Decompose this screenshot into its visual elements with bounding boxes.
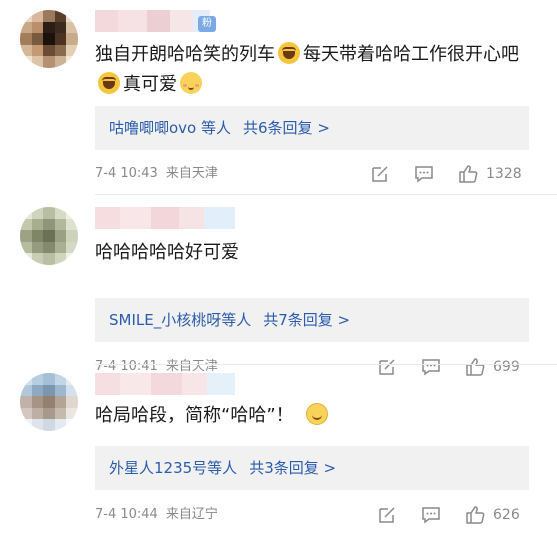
comment-icon[interactable]: [421, 505, 441, 525]
like-icon[interactable]: [465, 505, 485, 525]
username-blurred[interactable]: [95, 10, 210, 32]
comment-text-part: 每天带着哈哈工作很开心吧: [303, 44, 519, 65]
avatar[interactable]: [20, 373, 78, 431]
comment-meta: 7-4 10:44 来自辽宁: [95, 505, 218, 525]
replies-names[interactable]: 咕噜唧唧ovo 等人: [109, 119, 231, 137]
avatar[interactable]: [20, 10, 78, 68]
username-blurred[interactable]: [95, 207, 235, 229]
laughing-emoji-icon: [278, 42, 300, 64]
avatar[interactable]: [20, 207, 78, 265]
comment-text-part: 哈局哈段，简称“哈哈”！: [95, 405, 294, 426]
comment-text: 哈哈哈哈哈好可爱: [95, 242, 239, 263]
replies-preview[interactable]: 咕噜唧唧ovo 等人 共6条回复 >: [95, 106, 529, 150]
comment-source: 来自辽宁: [165, 507, 218, 522]
share-icon[interactable]: [377, 505, 397, 525]
username-blurred[interactable]: [95, 373, 235, 395]
replies-count-link[interactable]: 共6条回复 >: [243, 119, 330, 137]
comment-text-part: 独自开朗哈哈笑的列车: [95, 44, 275, 65]
comment-source: 来自天津: [165, 166, 218, 181]
comment-time: 7-4 10:44: [95, 507, 158, 522]
replies-count-link[interactable]: 共3条回复 >: [249, 459, 336, 477]
comment-time: 7-4 10:43: [95, 166, 158, 181]
comment-meta: 7-4 10:43 来自天津: [95, 164, 218, 184]
comment-text: 哈局哈段，简称“哈哈”！: [95, 401, 527, 431]
comment-item: 哈局哈段，简称“哈哈”！ 外星人1235号等人 共3条回复 > 7-4 10:44…: [0, 365, 557, 534]
shy-emoji-icon: [180, 72, 202, 94]
laughing-emoji-icon: [98, 72, 120, 94]
comment-item: 哈哈哈哈哈好可爱 SMILE_小核桃呀等人 共7条回复 > 7-4 10:41 来自…: [0, 195, 557, 376]
share-icon[interactable]: [370, 164, 390, 184]
smile-emoji-icon: [305, 403, 328, 425]
comment-icon[interactable]: [414, 164, 434, 184]
comment-text: 独自开朗哈哈笑的列车 每天带着哈哈工作很开心吧真可爱: [95, 40, 527, 100]
like-count: 1328: [486, 166, 522, 182]
replies-preview[interactable]: 外星人1235号等人 共3条回复 >: [95, 446, 529, 490]
replies-preview[interactable]: SMILE_小核桃呀等人 共7条回复 >: [95, 298, 529, 342]
replies-count-link[interactable]: 共7条回复 >: [263, 311, 350, 329]
fan-badge: 粉: [198, 16, 216, 32]
comment-item: 粉 独自开朗哈哈笑的列车 每天带着哈哈工作很开心吧真可爱 咕噜唧唧ovo 等人 共6…: [0, 0, 557, 195]
like-icon[interactable]: [458, 164, 478, 184]
comment-text-part: 真可爱: [123, 74, 177, 95]
like-count: 626: [493, 507, 520, 523]
replies-names[interactable]: SMILE_小核桃呀等人: [109, 311, 251, 329]
replies-names[interactable]: 外星人1235号等人: [109, 459, 237, 477]
